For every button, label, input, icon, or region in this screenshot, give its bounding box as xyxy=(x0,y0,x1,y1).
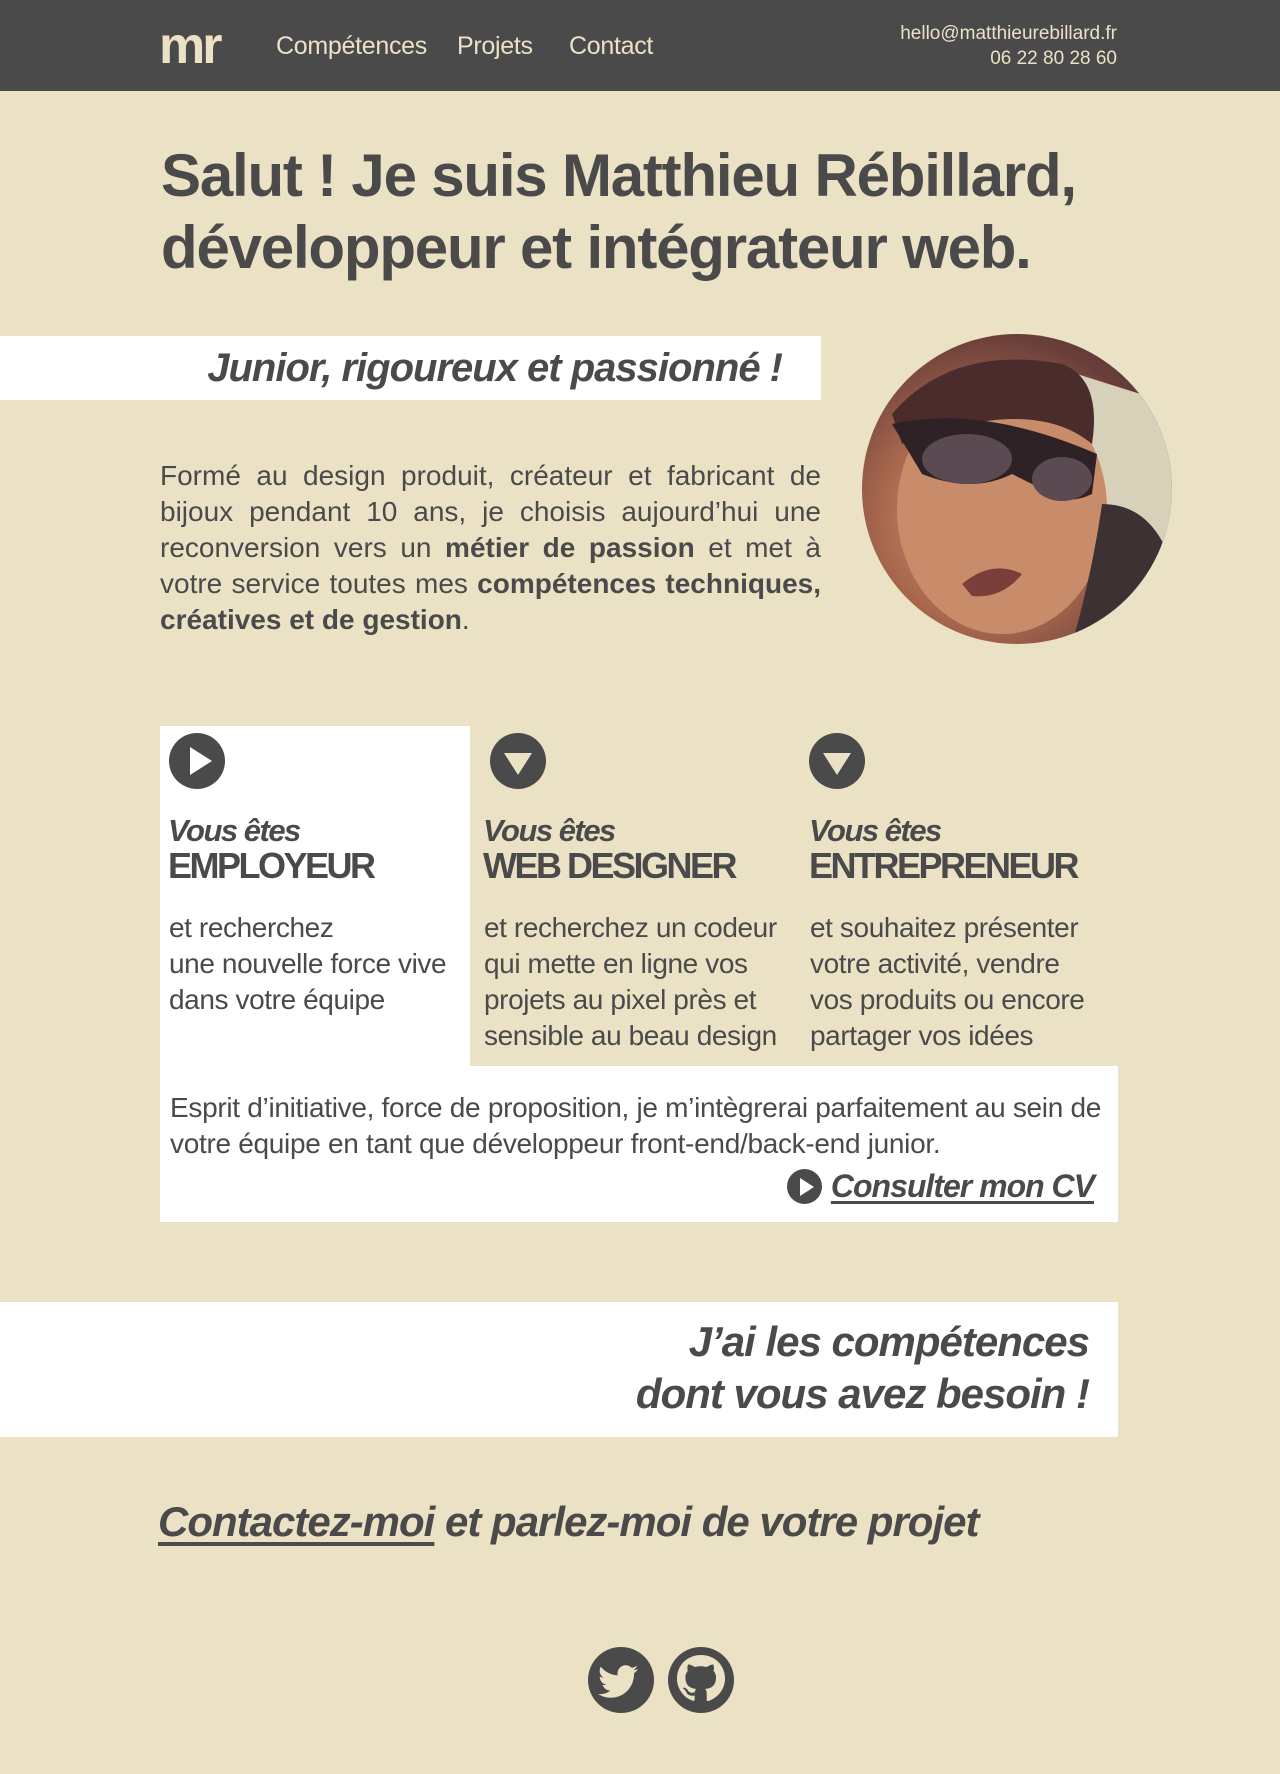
profile-you-are: Vous êtes xyxy=(483,813,616,848)
nav-link-projets[interactable]: Projets xyxy=(457,30,533,62)
intro-paragraph: Formé au design produit, créateur et fab… xyxy=(160,458,821,638)
chevron-down-icon[interactable] xyxy=(490,733,546,789)
page-title-line-2: développeur et intégrateur web. xyxy=(161,214,1032,281)
contact-cta-text: et parlez-moi de votre projet xyxy=(434,1498,979,1545)
portrait-photo xyxy=(892,359,1172,644)
page-title-line-1: Salut ! Je suis Matthieu Rébillard, xyxy=(161,142,1077,209)
email-link[interactable]: hello@matthieurebillard.fr xyxy=(900,21,1117,46)
logo[interactable]: mr xyxy=(159,14,223,78)
profile-description: et souhaitez présenter votre activité, v… xyxy=(810,912,1085,1051)
nav-link-contact[interactable]: Contact xyxy=(569,30,653,62)
employer-panel: Esprit d’initiative, force de propositio… xyxy=(160,1066,1118,1222)
nav-link-competences[interactable]: Compétences xyxy=(276,30,427,62)
profile-you-are: Vous êtes xyxy=(168,813,301,848)
phone-number: 06 22 80 28 60 xyxy=(990,48,1117,69)
intro-bold-1: métier de passion xyxy=(445,532,695,563)
play-right-icon[interactable] xyxy=(169,733,225,789)
profile-role: WEB DESIGNER xyxy=(483,845,738,886)
top-navigation-bar: mr Compétences Projets Contact hello@mat… xyxy=(0,0,1280,91)
avatar xyxy=(862,334,1172,644)
profile-role: EMPLOYEUR xyxy=(168,845,376,886)
tagline: Junior, rigoureux et passionné ! xyxy=(207,346,783,390)
github-icon[interactable] xyxy=(668,1647,734,1713)
profile-role: ENTREPRENEUR xyxy=(809,845,1080,886)
skills-band: J’ai les compétences dont vous avez beso… xyxy=(0,1302,1118,1437)
contact-link[interactable]: Contactez-moi xyxy=(158,1498,435,1545)
contact-cta: Contactez-moi et parlez-moi de votre pro… xyxy=(158,1496,979,1548)
page-title: Salut ! Je suis Matthieu Rébillard, déve… xyxy=(161,140,1141,284)
cv-link[interactable]: Consulter mon CV xyxy=(786,1168,1095,1205)
header-contact-info: hello@matthieurebillard.fr 06 22 80 28 6… xyxy=(900,21,1117,71)
chevron-down-icon[interactable] xyxy=(809,733,865,789)
twitter-icon[interactable] xyxy=(588,1647,654,1713)
profile-description: et recherchez une nouvelle force vive da… xyxy=(169,912,447,1015)
employer-panel-text: Esprit d’initiative, force de propositio… xyxy=(170,1092,1102,1159)
skills-title: J’ai les compétences dont vous avez beso… xyxy=(635,1318,1090,1417)
profile-you-are: Vous êtes xyxy=(809,813,942,848)
profile-description: et recherchez un codeur qui mette en lig… xyxy=(484,912,777,1051)
cv-link-label: Consulter mon CV xyxy=(830,1168,1095,1204)
play-right-icon xyxy=(786,1169,822,1204)
intro-text-3: . xyxy=(461,604,470,635)
tagline-band: Junior, rigoureux et passionné ! xyxy=(0,336,821,400)
